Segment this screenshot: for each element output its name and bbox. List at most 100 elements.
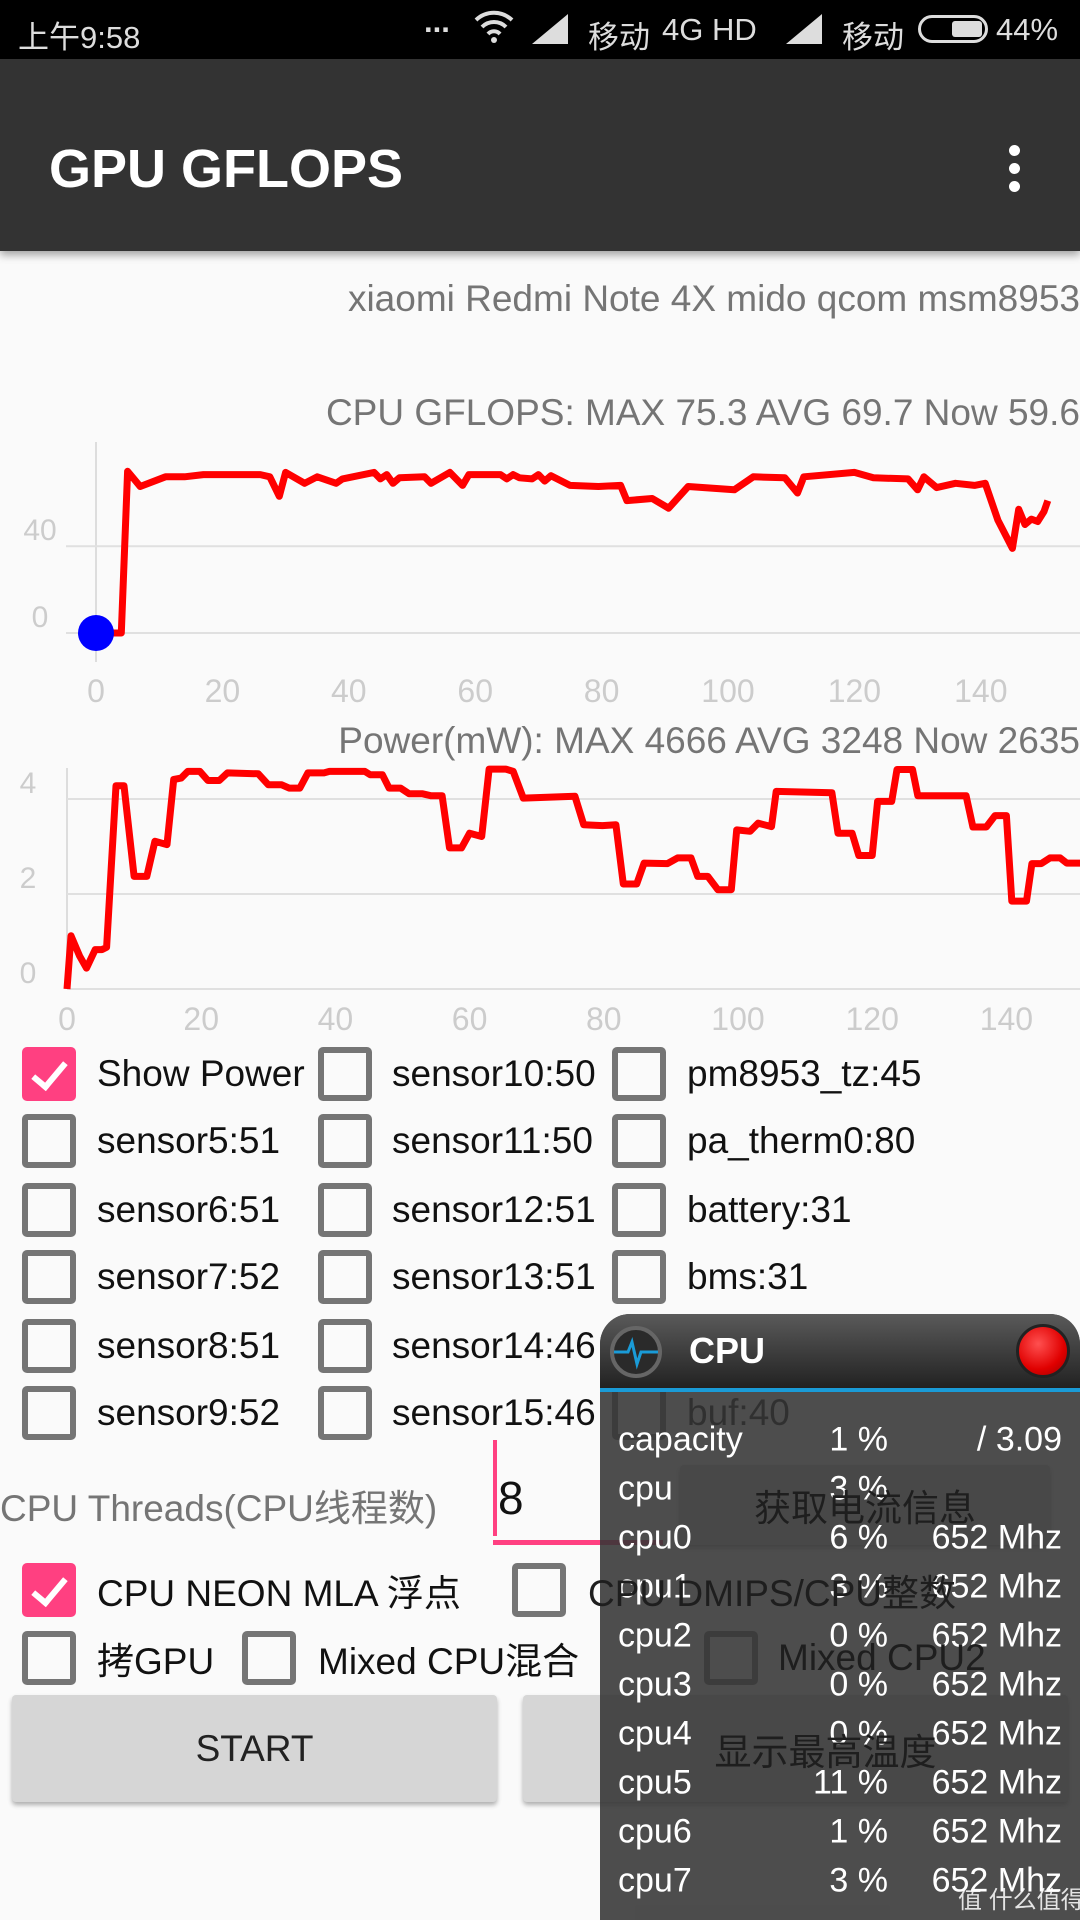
sensor-label: Show Power xyxy=(97,1053,305,1094)
sensor-label: sensor8:51 xyxy=(97,1325,281,1366)
data-series-line xyxy=(96,467,1052,637)
battery-icon xyxy=(918,15,988,43)
y-tick-label: 0 xyxy=(32,601,49,634)
gpu-label: 拷GPU xyxy=(97,1641,215,1682)
dmips-checkbox[interactable] xyxy=(512,1563,566,1617)
sensor-label: sensor6:51 xyxy=(97,1189,281,1230)
x-tick-label: 140 xyxy=(954,673,1007,709)
data-series-line xyxy=(63,765,1080,990)
x-tick-label: 20 xyxy=(183,1001,219,1037)
x-tick-label: 100 xyxy=(701,673,754,709)
sensor-label: bms:31 xyxy=(687,1256,809,1297)
stat-value: 652 Mhz xyxy=(931,1812,1062,1851)
stat-name: cpu7 xyxy=(618,1861,692,1900)
x-tick-label: 40 xyxy=(318,1001,354,1037)
carrier-2: 移动 xyxy=(842,20,904,55)
sensor-checkbox[interactable] xyxy=(22,1183,76,1237)
mixed-cpu-label: Mixed CPU混合 xyxy=(318,1641,580,1682)
overlay-title: CPU xyxy=(689,1330,766,1371)
cpu-threads-input[interactable]: 8 xyxy=(498,1471,524,1525)
x-tick-label: 80 xyxy=(586,1001,622,1037)
y-tick-label: 40 xyxy=(23,514,56,547)
x-tick-label: 100 xyxy=(711,1001,764,1037)
sensor-checkbox[interactable] xyxy=(318,1114,372,1168)
sensor-label: pa_therm0:80 xyxy=(687,1120,916,1161)
sensor-checkbox[interactable] xyxy=(22,1114,76,1168)
battery-percent: 44% xyxy=(996,12,1059,47)
current-point-marker xyxy=(78,615,114,651)
neon-label: CPU NEON MLA 浮点 xyxy=(97,1573,461,1614)
carrier-1: 移动 xyxy=(588,20,650,55)
sensor-checkbox[interactable] xyxy=(318,1386,372,1440)
watermark: 值 什么值得买 xyxy=(958,1887,1080,1914)
x-tick-label: 140 xyxy=(980,1001,1033,1037)
sensor-checkbox[interactable] xyxy=(22,1047,76,1101)
stat-percent: 1 % xyxy=(829,1420,888,1459)
cpu-threads-label: CPU Threads(CPU线程数) xyxy=(0,1488,438,1529)
stat-percent: 3 % xyxy=(829,1861,888,1900)
text-cursor xyxy=(493,1440,497,1536)
power-chart: 0240 20 40 60 80 100 120 140 xyxy=(20,765,1080,1037)
start-button[interactable]: START xyxy=(12,1695,497,1802)
wifi-icon xyxy=(474,10,514,52)
notification-dots-icon: ... xyxy=(424,4,450,39)
x-tick-label: 80 xyxy=(584,673,620,709)
more-vert-icon[interactable] xyxy=(1004,145,1024,201)
network-type: 4G HD xyxy=(662,12,757,47)
mixed-cpu-checkbox[interactable] xyxy=(242,1631,296,1685)
sensor-label: sensor10:50 xyxy=(392,1053,596,1094)
sensor-checkbox[interactable] xyxy=(612,1114,666,1168)
dmips-label: CPU DMIPS/CPU整数 xyxy=(588,1573,956,1614)
device-info: xiaomi Redmi Note 4X mido qcom msm8953 xyxy=(347,278,1080,319)
stat-name: cpu2 xyxy=(618,1616,692,1655)
show-max-temp-button-label[interactable]: 显示最高温度 xyxy=(583,1695,1068,1802)
stat-name: cpu xyxy=(618,1469,673,1508)
power-chart-title: Power(mW): MAX 4666 AVG 3248 Now 2635 xyxy=(338,720,1080,761)
signal-icon xyxy=(532,14,568,52)
signal-icon-2 xyxy=(786,14,822,52)
sensor-label: sensor9:52 xyxy=(97,1392,281,1433)
cpu-chart-title: CPU GFLOPS: MAX 75.3 AVG 69.7 Now 59.6 xyxy=(325,392,1080,433)
sensor-checkbox[interactable] xyxy=(318,1183,372,1237)
sensor-label: sensor15:46 xyxy=(392,1392,596,1433)
sensor-label: sensor7:52 xyxy=(97,1256,281,1297)
app-bar: GPU GFLOPS xyxy=(0,59,1080,251)
x-tick-label: 120 xyxy=(828,673,881,709)
neon-checkbox[interactable] xyxy=(22,1563,76,1617)
cpu-gflops-chart: 0 40 0 20 40 60 80 100 120 140 xyxy=(23,442,1080,709)
x-tick-label: 60 xyxy=(457,673,493,709)
sensor-label: pm8953_tz:45 xyxy=(687,1053,922,1094)
sensor-checkbox[interactable] xyxy=(318,1250,372,1304)
cpu-stat-row: cpu6 1 % 652 Mhz xyxy=(600,1808,1080,1856)
stat-percent: 1 % xyxy=(829,1812,888,1851)
app-title: GPU GFLOPS xyxy=(49,139,404,199)
status-bar: 上午9:58 ... 移动 4G HD 移动 44% xyxy=(0,0,1080,59)
x-tick-label: 20 xyxy=(205,673,241,709)
mixed-cpu2-label: Mixed CPU2 xyxy=(778,1637,986,1678)
gpu-checkbox[interactable] xyxy=(22,1631,76,1685)
x-tick-label: 0 xyxy=(58,1001,76,1037)
sensor-checkbox[interactable] xyxy=(612,1250,666,1304)
clock: 上午9:58 xyxy=(18,20,141,55)
sensor-label: sensor12:51 xyxy=(392,1189,596,1230)
get-current-info-button-label[interactable]: 获取电流信息 xyxy=(680,1465,1050,1545)
y-tick-label: 2 xyxy=(20,862,37,895)
stat-value: / 3.09 xyxy=(976,1420,1062,1459)
cpu-monitor-overlay[interactable]: CPU capacity 1 %/ 3.09 cpu 3 % cpu0 6 % 652 Mh… xyxy=(600,1314,1080,1920)
sensor-checkbox[interactable] xyxy=(318,1319,372,1373)
sensor-checkbox[interactable] xyxy=(22,1250,76,1304)
sensor-checkbox[interactable] xyxy=(22,1319,76,1373)
cpu-stat-row: capacity 1 % / 3.09 xyxy=(600,1416,1080,1464)
sensor-label: sensor11:50 xyxy=(392,1120,593,1161)
sensor-checkbox[interactable] xyxy=(612,1183,666,1237)
sensor-checkbox[interactable] xyxy=(22,1386,76,1440)
stat-name: cpu6 xyxy=(618,1812,692,1851)
pulse-icon xyxy=(610,1326,662,1378)
overlay-header[interactable]: CPU xyxy=(600,1314,1080,1392)
stat-name: capacity xyxy=(618,1420,743,1459)
sensor-checkbox[interactable] xyxy=(612,1047,666,1101)
sensor-checkbox[interactable] xyxy=(318,1047,372,1101)
sensor-label: sensor13:51 xyxy=(392,1256,596,1297)
close-record-button[interactable] xyxy=(1016,1324,1070,1378)
sensor-label: sensor14:46 xyxy=(392,1325,596,1366)
